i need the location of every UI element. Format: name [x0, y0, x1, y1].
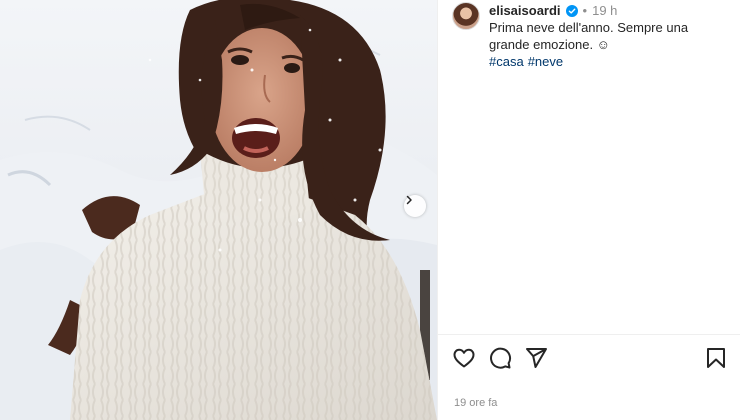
- hashtag-list: #casa #neve: [489, 53, 688, 70]
- verified-badge-icon: [565, 4, 578, 17]
- post-side-panel: elisaisoardi • 19 h Prima neve dell'anno…: [437, 0, 740, 420]
- paper-plane-icon[interactable]: [524, 346, 548, 370]
- caption-topline: elisaisoardi • 19 h: [489, 2, 688, 19]
- avatar[interactable]: [452, 2, 480, 30]
- post-photo[interactable]: [0, 0, 437, 420]
- post-time[interactable]: 19 h: [592, 2, 617, 19]
- hashtag-link[interactable]: #neve: [528, 54, 563, 69]
- post-actions-bar: [452, 346, 726, 370]
- actions-divider: [438, 334, 740, 335]
- separator-dot: •: [582, 3, 588, 18]
- caption-line-2: grande emozione. ☺: [489, 37, 610, 52]
- photo-illustration: [0, 0, 437, 420]
- caption-block: elisaisoardi • 19 h Prima neve dell'anno…: [489, 2, 688, 70]
- caption-line-1: Prima neve dell'anno. Sempre una: [489, 20, 689, 35]
- post-caption-header: elisaisoardi • 19 h Prima neve dell'anno…: [452, 2, 732, 70]
- post-date[interactable]: 19 ore fa: [454, 397, 497, 409]
- chevron-right-icon: [406, 195, 412, 205]
- username-link[interactable]: elisaisoardi: [489, 2, 561, 19]
- hashtag-link[interactable]: #casa: [489, 54, 524, 69]
- next-image-button[interactable]: [404, 195, 426, 217]
- heart-icon[interactable]: [452, 346, 476, 370]
- comment-bubble-icon[interactable]: [488, 346, 512, 370]
- bookmark-icon[interactable]: [704, 346, 728, 370]
